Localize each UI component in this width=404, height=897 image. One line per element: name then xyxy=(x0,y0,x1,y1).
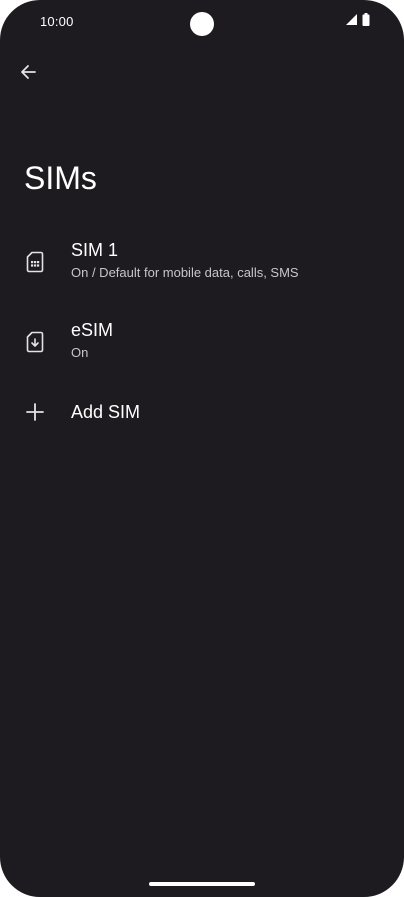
esim-title: eSIM xyxy=(71,320,114,340)
add-sim-button[interactable]: Add SIM xyxy=(0,384,404,440)
cellular-signal-icon xyxy=(345,13,358,31)
sim-card-icon xyxy=(22,249,48,275)
status-icons xyxy=(345,13,370,31)
arrow-back-icon xyxy=(19,63,37,86)
phone-screen: 10:00 SIMs SIM 1 On / Default for mobile… xyxy=(0,0,404,897)
add-sim-text: Add SIM xyxy=(71,400,140,424)
esim-download-icon xyxy=(22,329,48,355)
camera-cutout xyxy=(190,12,214,36)
esim-item[interactable]: eSIM On xyxy=(0,304,404,384)
plus-icon xyxy=(22,399,48,425)
esim-subtitle: On xyxy=(71,345,89,360)
esim-text: eSIM On xyxy=(71,318,113,362)
status-time: 10:00 xyxy=(40,14,74,29)
sim-1-title: SIM 1 xyxy=(71,240,119,260)
sim-1-text: SIM 1 On / Default for mobile data, call… xyxy=(71,238,299,282)
page-title: SIMs xyxy=(24,160,97,196)
sim-1-item[interactable]: SIM 1 On / Default for mobile data, call… xyxy=(0,224,404,304)
back-button[interactable] xyxy=(12,58,44,90)
add-sim-label: Add SIM xyxy=(71,402,141,422)
sim-1-subtitle: On / Default for mobile data, calls, SMS xyxy=(71,265,299,280)
status-bar: 10:00 xyxy=(0,0,404,48)
home-indicator[interactable] xyxy=(149,882,255,886)
battery-icon xyxy=(362,13,370,31)
sim-list: SIM 1 On / Default for mobile data, call… xyxy=(0,224,404,440)
